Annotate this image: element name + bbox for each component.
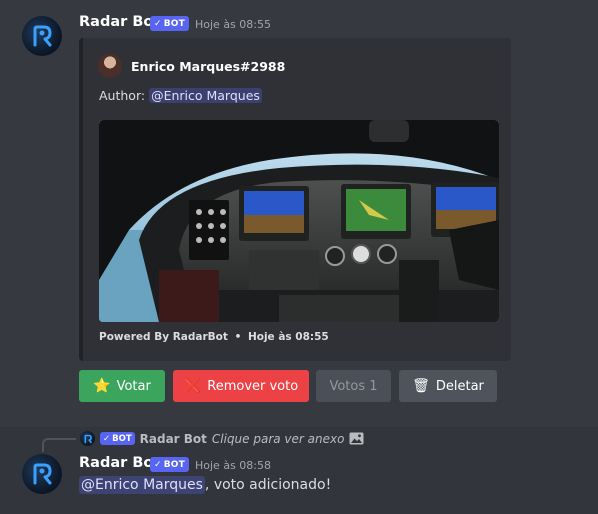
author-mention[interactable]: @Enrico Marques bbox=[149, 88, 262, 103]
bot-avatar[interactable] bbox=[22, 454, 62, 494]
reply-connector bbox=[42, 438, 76, 452]
image-icon bbox=[349, 432, 364, 445]
radar-logo-icon bbox=[84, 434, 92, 443]
footer-text: Powered By RadarBot bbox=[99, 331, 228, 343]
embed-author: Enrico Marques#2988 bbox=[98, 54, 285, 78]
trash-icon: 🗑 bbox=[412, 378, 430, 394]
star-icon: ⭐ bbox=[93, 378, 111, 394]
delete-button[interactable]: 🗑 Deletar bbox=[399, 370, 497, 402]
delete-button-label: Deletar bbox=[435, 378, 484, 394]
radar-logo-icon bbox=[33, 25, 52, 47]
embed-description: Author: @Enrico Marques bbox=[99, 88, 262, 103]
reply-reference[interactable]: ✓ BOT Radar Bot Clique para ver anexo bbox=[80, 431, 364, 446]
message-2-content: @Enrico Marques, voto adicionado! bbox=[79, 476, 332, 494]
bot-avatar[interactable] bbox=[22, 16, 62, 56]
author-avatar bbox=[98, 54, 122, 78]
timestamp[interactable]: Hoje às 08:55 bbox=[195, 18, 271, 31]
username[interactable]: Radar Bot bbox=[79, 14, 160, 30]
author-label: Author: bbox=[99, 88, 146, 103]
bot-badge: ✓ BOT bbox=[150, 16, 189, 31]
radar-logo-icon bbox=[33, 463, 52, 485]
message-2-text: , voto adicionado! bbox=[204, 477, 332, 493]
timestamp[interactable]: Hoje às 08:58 bbox=[195, 459, 271, 472]
vote-count-button: Votos 1 bbox=[316, 370, 391, 402]
remove-vote-button[interactable]: ❌ Remover voto bbox=[173, 370, 309, 402]
vote-button-label: Votar bbox=[116, 378, 151, 394]
user-mention[interactable]: @Enrico Marques bbox=[79, 476, 205, 494]
footer-time: Hoje às 08:55 bbox=[247, 331, 329, 343]
embed-footer: Powered By RadarBot • Hoje às 08:55 bbox=[99, 331, 329, 343]
embed: Enrico Marques#2988 Author: @Enrico Marq… bbox=[79, 38, 511, 361]
vote-button[interactable]: ⭐ Votar bbox=[79, 370, 165, 402]
footer-separator: • bbox=[234, 331, 242, 343]
embed-author-name: Enrico Marques#2988 bbox=[131, 58, 286, 74]
reply-bot-badge: ✓ BOT bbox=[100, 432, 135, 445]
cockpit-image bbox=[99, 120, 499, 322]
bot-badge: ✓ BOT bbox=[150, 457, 189, 472]
remove-vote-button-label: Remover voto bbox=[207, 378, 299, 394]
vote-count-label: Votos 1 bbox=[329, 378, 378, 394]
verified-check-icon: ✓ bbox=[154, 18, 162, 29]
username[interactable]: Radar Bot bbox=[79, 455, 160, 471]
reply-username[interactable]: Radar Bot bbox=[140, 432, 207, 446]
cross-icon: ❌ bbox=[183, 378, 202, 394]
reply-hint[interactable]: Clique para ver anexo bbox=[212, 432, 345, 446]
verified-check-icon: ✓ bbox=[103, 433, 111, 444]
embed-image[interactable] bbox=[99, 120, 499, 322]
verified-check-icon: ✓ bbox=[154, 459, 162, 470]
reply-avatar bbox=[80, 431, 95, 446]
